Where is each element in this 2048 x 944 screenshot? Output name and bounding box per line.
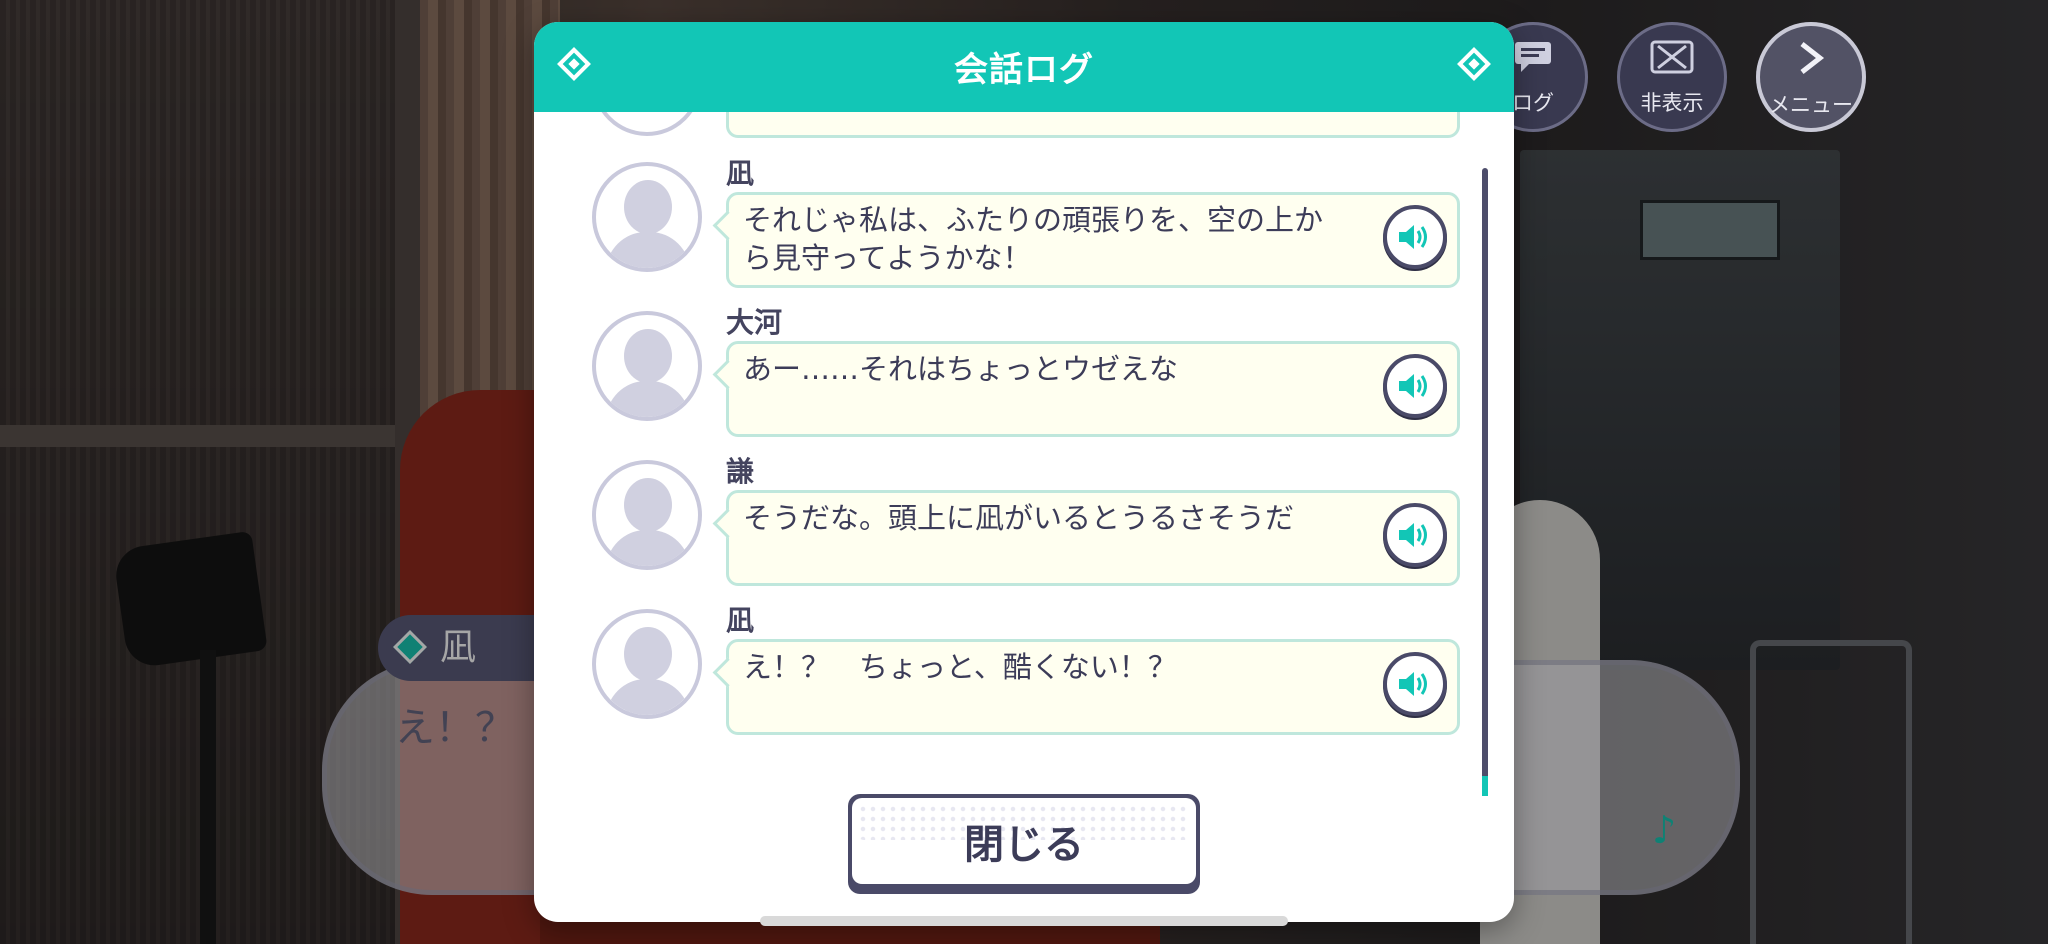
log-bubble-partial: [726, 112, 1460, 138]
voice-play-button[interactable]: [1383, 354, 1447, 418]
speaker-icon: [1399, 672, 1427, 696]
log-list[interactable]: 凪 それじゃ私は、ふたりの頑張りを、空の上から見守ってようかな！ 大河 あー………: [534, 112, 1514, 802]
hide-button[interactable]: 非表示: [1617, 22, 1727, 132]
home-indicator[interactable]: [760, 916, 1288, 926]
log-bubble: そうだな。頭上に凪がいるとうるさそうだ: [726, 490, 1460, 586]
hide-icon: [1617, 40, 1727, 83]
log-entry: 凪 え！？ ちょっと、酷くない！？: [534, 599, 1474, 739]
menu-button-label: メニュー: [1769, 93, 1853, 117]
avatar: [592, 112, 702, 136]
voice-play-button[interactable]: [1383, 652, 1447, 716]
log-text: あー……それはちょっとウゼえな: [743, 352, 1179, 386]
avatar: [592, 162, 702, 272]
log-text: そうだな。頭上に凪がいるとうるさそうだ: [743, 501, 1295, 535]
log-entry: 謙 そうだな。頭上に凪がいるとうるさそうだ: [534, 450, 1474, 590]
log-speaker-name: 大河: [726, 306, 783, 339]
chevron-right-icon: [1756, 40, 1866, 85]
log-entry: 大河 あー……それはちょっとウゼえな: [534, 301, 1474, 441]
log-speaker-name: 凪: [726, 157, 755, 190]
scrollbar-thumb[interactable]: [1482, 776, 1488, 796]
menu-button[interactable]: メニュー: [1756, 22, 1866, 132]
log-text: それじゃ私は、ふたりの頑張りを、空の上から見守ってようかな！: [743, 203, 1324, 275]
modal-header: 会話ログ: [534, 22, 1514, 112]
conversation-log-modal: 会話ログ 凪 それじゃ私は、ふたりの頑張りを、空の上から見守ってようかな！ 大河…: [534, 22, 1514, 922]
avatar: [592, 460, 702, 570]
speaker-icon: [1399, 374, 1427, 398]
close-button[interactable]: 閉じる: [852, 798, 1196, 884]
close-button-label: 閉じる: [964, 822, 1084, 868]
diamond-icon: [1457, 47, 1491, 81]
voice-play-button[interactable]: [1383, 503, 1447, 567]
modal-title: 会話ログ: [954, 50, 1094, 90]
voice-play-button[interactable]: [1383, 205, 1447, 269]
avatar: [592, 311, 702, 421]
log-entry: 凪 それじゃ私は、ふたりの頑張りを、空の上から見守ってようかな！: [534, 152, 1474, 292]
diamond-icon: [557, 47, 591, 81]
log-bubble: え！？ ちょっと、酷くない！？: [726, 639, 1460, 735]
log-bubble: あー……それはちょっとウゼえな: [726, 341, 1460, 437]
avatar: [592, 609, 702, 719]
log-speaker-name: 謙: [726, 455, 755, 488]
close-button-frame: 閉じる: [848, 794, 1200, 894]
scrollbar[interactable]: [1482, 168, 1488, 796]
speaker-icon: [1399, 225, 1427, 249]
log-bubble: それじゃ私は、ふたりの頑張りを、空の上から見守ってようかな！: [726, 192, 1460, 288]
log-speaker-name: 凪: [726, 604, 755, 637]
hide-button-label: 非表示: [1640, 91, 1704, 115]
log-text: え！？ ちょっと、酷くない！？: [743, 650, 1177, 684]
speaker-icon: [1399, 523, 1427, 547]
